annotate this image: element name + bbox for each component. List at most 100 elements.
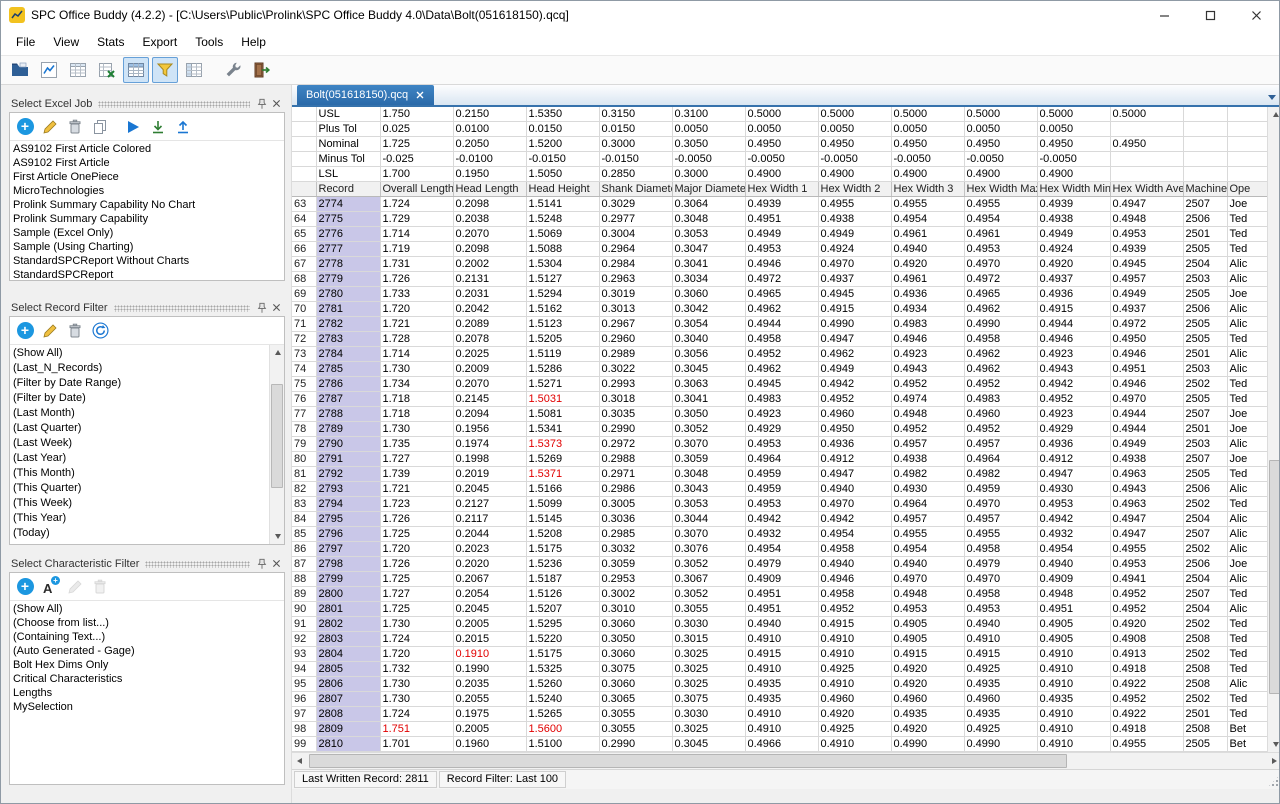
value-cell[interactable]: 0.4948 xyxy=(1037,587,1110,602)
value-cell[interactable]: 0.3075 xyxy=(672,692,745,707)
value-cell[interactable]: 1.5205 xyxy=(526,332,599,347)
operator-cell[interactable]: Ted xyxy=(1227,227,1267,242)
value-cell[interactable]: 0.2002 xyxy=(453,257,526,272)
value-cell[interactable]: 0.4935 xyxy=(745,677,818,692)
value-cell[interactable]: 0.4949 xyxy=(818,227,891,242)
value-cell[interactable]: 0.3052 xyxy=(672,587,745,602)
value-cell[interactable]: 0.2977 xyxy=(599,212,672,227)
value-cell[interactable]: 1.5175 xyxy=(526,542,599,557)
row-number-cell[interactable]: 65 xyxy=(292,227,316,242)
value-cell[interactable]: 0.4939 xyxy=(1037,197,1110,212)
value-cell[interactable]: 0.4949 xyxy=(745,227,818,242)
value-cell[interactable]: 0.3070 xyxy=(672,437,745,452)
row-number-cell[interactable]: 98 xyxy=(292,722,316,737)
record-cell[interactable]: 2774 xyxy=(316,197,380,212)
record-cell[interactable]: 2777 xyxy=(316,242,380,257)
value-cell[interactable]: 0.4960 xyxy=(964,407,1037,422)
list-item[interactable]: (This Week) xyxy=(10,496,284,511)
value-cell[interactable]: 0.4944 xyxy=(745,317,818,332)
value-cell[interactable]: 0.4957 xyxy=(891,512,964,527)
row-number-cell[interactable]: 92 xyxy=(292,632,316,647)
operator-cell[interactable]: Ted xyxy=(1227,617,1267,632)
value-cell[interactable]: 0.4937 xyxy=(818,272,891,287)
close-button[interactable] xyxy=(1233,1,1279,29)
value-cell[interactable]: 0.4939 xyxy=(745,197,818,212)
operator-cell[interactable]: Ted xyxy=(1227,377,1267,392)
row-number-cell[interactable]: 76 xyxy=(292,392,316,407)
operator-cell[interactable]: Bet xyxy=(1227,737,1267,752)
value-cell[interactable]: 0.4960 xyxy=(818,692,891,707)
value-cell[interactable]: 0.4947 xyxy=(1110,512,1183,527)
value-cell[interactable]: 0.2054 xyxy=(453,587,526,602)
row-number-cell[interactable]: 79 xyxy=(292,437,316,452)
value-cell[interactable]: 0.2044 xyxy=(453,527,526,542)
value-cell[interactable]: 0.4946 xyxy=(1110,347,1183,362)
machine-cell[interactable]: 2506 xyxy=(1183,302,1227,317)
horizontal-scroll-thumb[interactable] xyxy=(309,754,1067,768)
row-number-cell[interactable]: 95 xyxy=(292,677,316,692)
value-cell[interactable]: 0.3055 xyxy=(672,602,745,617)
record-cell[interactable]: 2775 xyxy=(316,212,380,227)
value-cell[interactable]: 1.751 xyxy=(380,722,453,737)
value-cell[interactable]: 0.3043 xyxy=(672,482,745,497)
value-cell[interactable]: 0.4954 xyxy=(891,212,964,227)
delete-filter-button[interactable] xyxy=(66,322,84,340)
value-cell[interactable]: 0.4951 xyxy=(745,587,818,602)
machine-cell[interactable]: 2504 xyxy=(1183,512,1227,527)
value-cell[interactable]: 0.3004 xyxy=(599,227,672,242)
row-number-cell[interactable]: 86 xyxy=(292,542,316,557)
operator-cell[interactable]: Alic xyxy=(1227,272,1267,287)
list-item[interactable]: (Filter by Date Range) xyxy=(10,376,284,391)
value-cell[interactable]: 1.5123 xyxy=(526,317,599,332)
value-cell[interactable]: 0.2089 xyxy=(453,317,526,332)
value-cell[interactable]: 0.4952 xyxy=(1037,392,1110,407)
row-number-cell[interactable]: 66 xyxy=(292,242,316,257)
value-cell[interactable]: 1.718 xyxy=(380,407,453,422)
value-cell[interactable]: 0.4939 xyxy=(1110,242,1183,257)
value-cell[interactable]: 0.2960 xyxy=(599,332,672,347)
value-cell[interactable]: 0.4935 xyxy=(964,677,1037,692)
value-cell[interactable]: 0.4923 xyxy=(1037,347,1110,362)
value-cell[interactable]: 0.3030 xyxy=(672,617,745,632)
row-number-cell[interactable]: 77 xyxy=(292,407,316,422)
value-cell[interactable]: 1.730 xyxy=(380,692,453,707)
row-number-cell[interactable]: 81 xyxy=(292,467,316,482)
value-cell[interactable]: 0.3060 xyxy=(599,677,672,692)
value-cell[interactable]: 0.3055 xyxy=(599,707,672,722)
record-cell[interactable]: 2799 xyxy=(316,572,380,587)
value-cell[interactable]: 0.3052 xyxy=(672,422,745,437)
operator-cell[interactable]: Alic xyxy=(1227,437,1267,452)
value-cell[interactable]: 1.5265 xyxy=(526,707,599,722)
record-cell[interactable]: 2791 xyxy=(316,452,380,467)
value-cell[interactable]: 0.4954 xyxy=(818,527,891,542)
value-cell[interactable]: 0.4954 xyxy=(964,212,1037,227)
machine-cell[interactable]: 2507 xyxy=(1183,197,1227,212)
record-cell[interactable]: 2805 xyxy=(316,662,380,677)
value-cell[interactable]: 0.4922 xyxy=(1110,677,1183,692)
operator-cell[interactable]: Ted xyxy=(1227,692,1267,707)
list-item[interactable]: Critical Characteristics xyxy=(10,672,284,686)
value-cell[interactable]: 0.4923 xyxy=(745,407,818,422)
value-cell[interactable]: 0.4947 xyxy=(1037,467,1110,482)
close-panel-icon[interactable] xyxy=(269,301,283,315)
value-cell[interactable]: 0.4957 xyxy=(964,512,1037,527)
operator-cell[interactable]: Alic xyxy=(1227,572,1267,587)
value-cell[interactable]: 0.3048 xyxy=(672,212,745,227)
column-header-record[interactable]: Record xyxy=(316,182,380,197)
value-cell[interactable]: 0.4970 xyxy=(1110,392,1183,407)
operator-cell[interactable]: Ted xyxy=(1227,632,1267,647)
value-cell[interactable]: 0.4943 xyxy=(891,362,964,377)
record-cell[interactable]: 2787 xyxy=(316,392,380,407)
operator-cell[interactable]: Ted xyxy=(1227,332,1267,347)
menu-stats[interactable]: Stats xyxy=(88,31,133,53)
value-cell[interactable]: 0.4920 xyxy=(891,257,964,272)
value-cell[interactable]: 0.4955 xyxy=(818,197,891,212)
value-cell[interactable]: 0.4936 xyxy=(1037,437,1110,452)
value-cell[interactable]: 0.4961 xyxy=(891,227,964,242)
operator-cell[interactable]: Alic xyxy=(1227,362,1267,377)
value-cell[interactable]: 0.4963 xyxy=(1110,467,1183,482)
value-cell[interactable]: 0.4955 xyxy=(1110,737,1183,752)
value-cell[interactable]: 0.4955 xyxy=(891,197,964,212)
value-cell[interactable]: 0.4948 xyxy=(891,587,964,602)
list-item[interactable]: AS9102 First Article Colored xyxy=(10,142,284,156)
